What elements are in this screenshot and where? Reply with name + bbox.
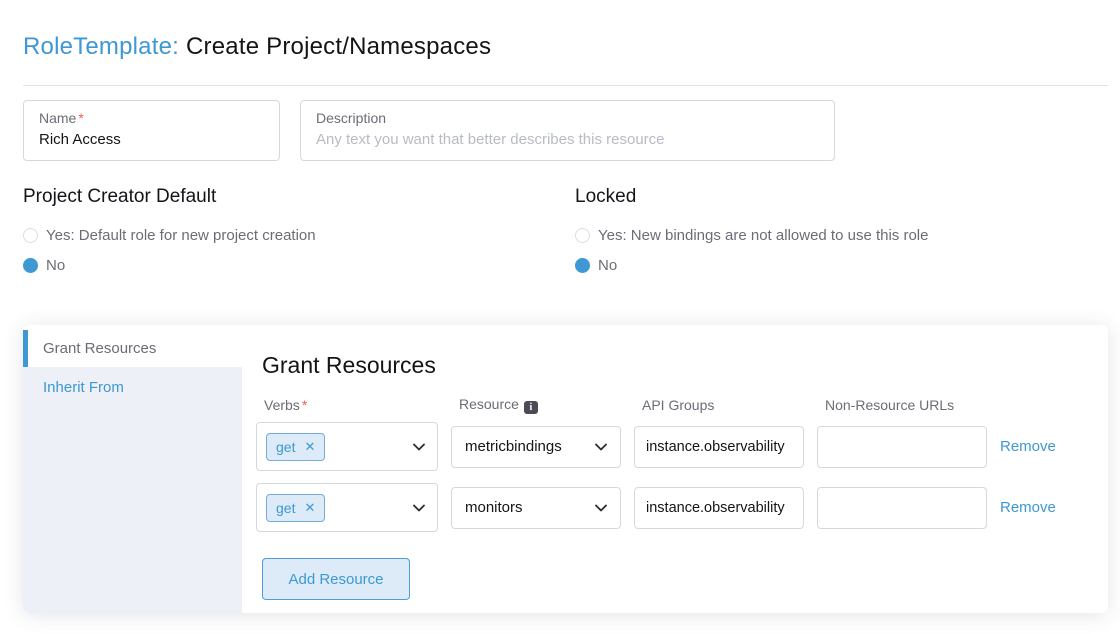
radio-option-pcd-no[interactable]: No [23, 257, 316, 274]
tab-grant-resources[interactable]: Grant Resources [23, 330, 242, 367]
description-label: Description [316, 110, 819, 126]
chevron-down-icon [595, 443, 607, 451]
verbs-column-label: Verbs* [256, 397, 438, 413]
remove-row-link[interactable]: Remove [1000, 438, 1070, 455]
radio-option-label: Yes: Default role for new project creati… [46, 227, 316, 244]
remove-verb-icon[interactable]: ✕ [304, 439, 315, 455]
non-resource-urls-column-label: Non-Resource URLs [817, 397, 987, 413]
remove-row-link[interactable]: Remove [1000, 499, 1070, 516]
chevron-down-icon [595, 504, 607, 512]
add-resource-button[interactable]: Add Resource [262, 558, 410, 600]
resource-select-value: metricbindings [465, 438, 562, 455]
description-field-box: Description [300, 100, 835, 161]
grant-resources-heading: Grant Resources [262, 352, 1090, 379]
grant-resources-panel: Grant Resources Verbs* Resourcei API Gro… [242, 330, 1108, 613]
verbs-select[interactable]: get ✕ [256, 422, 438, 471]
resource-select[interactable]: monitors [451, 487, 621, 529]
page-title: RoleTemplate: Create Project/Namespaces [23, 33, 491, 61]
description-input[interactable] [316, 131, 819, 148]
radio-option-pcd-yes[interactable]: Yes: Default role for new project creati… [23, 227, 316, 244]
resource-select[interactable]: metricbindings [451, 426, 621, 468]
resource-column-label: Resourcei [451, 396, 621, 414]
chevron-down-icon [413, 443, 425, 451]
tab-label: Inherit From [43, 379, 124, 396]
verbs-select[interactable]: get ✕ [256, 483, 438, 532]
non-resource-urls-input[interactable] [817, 426, 987, 468]
grant-resources-card: Grant Resources Inherit From Grant Resou… [23, 325, 1108, 613]
chevron-down-icon [413, 504, 425, 512]
project-creator-default-heading: Project Creator Default [23, 186, 316, 208]
verb-tag-label: get [276, 500, 295, 516]
verb-tag: get ✕ [266, 494, 325, 522]
tab-sidebar: Grant Resources Inherit From [23, 330, 242, 613]
radio-option-locked-yes[interactable]: Yes: New bindings are not allowed to use… [575, 227, 928, 244]
radio-checked-icon[interactable] [23, 258, 38, 273]
resource-rule-row: get ✕ monitors Remove [256, 483, 1090, 532]
info-icon[interactable]: i [524, 401, 538, 414]
name-label: Name* [39, 110, 264, 126]
radio-unchecked-icon[interactable] [23, 228, 38, 243]
radio-option-label: Yes: New bindings are not allowed to use… [598, 227, 928, 244]
resource-rule-row: get ✕ metricbindings Remove [256, 422, 1090, 471]
name-field-box: Name* [23, 100, 280, 161]
api-groups-input[interactable] [634, 426, 804, 468]
tab-label: Grant Resources [43, 340, 156, 357]
locked-heading: Locked [575, 186, 928, 208]
remove-verb-icon[interactable]: ✕ [304, 500, 315, 516]
radio-option-label: No [598, 257, 617, 274]
page-title-resource-type: RoleTemplate: [23, 33, 179, 60]
page-title-action: Create Project/Namespaces [186, 33, 491, 60]
api-groups-column-label: API Groups [634, 397, 804, 413]
locked-section: Locked Yes: New bindings are not allowed… [575, 186, 928, 287]
radio-option-locked-no[interactable]: No [575, 257, 928, 274]
required-asterisk: * [302, 397, 307, 413]
api-groups-input[interactable] [634, 487, 804, 529]
project-creator-default-section: Project Creator Default Yes: Default rol… [23, 186, 316, 287]
tab-inherit-from[interactable]: Inherit From [23, 367, 242, 407]
header-divider [23, 85, 1108, 86]
non-resource-urls-input[interactable] [817, 487, 987, 529]
verb-tag-label: get [276, 439, 295, 455]
required-asterisk: * [78, 110, 83, 126]
column-labels-row: Verbs* Resourcei API Groups Non-Resource… [256, 396, 1090, 414]
name-input[interactable] [39, 131, 264, 148]
radio-checked-icon[interactable] [575, 258, 590, 273]
radio-unchecked-icon[interactable] [575, 228, 590, 243]
verb-tag: get ✕ [266, 433, 325, 461]
resource-select-value: monitors [465, 499, 523, 516]
radio-option-label: No [46, 257, 65, 274]
